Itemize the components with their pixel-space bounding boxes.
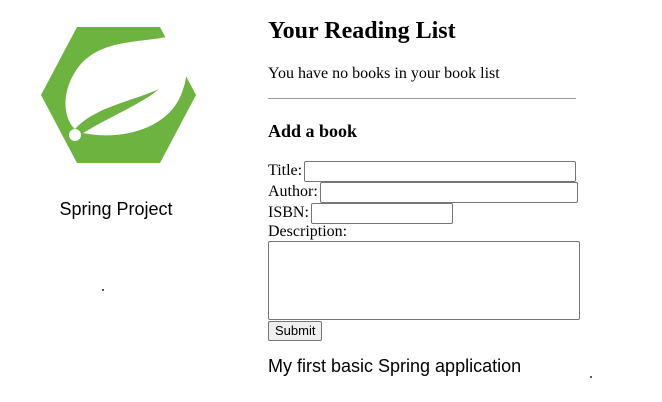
spring-logo-icon: [41, 27, 196, 163]
author-label: Author:: [268, 183, 318, 200]
author-row: Author:: [268, 181, 578, 203]
isbn-label: ISBN:: [268, 204, 309, 221]
divider: [268, 98, 576, 99]
submit-button[interactable]: Submit: [268, 321, 323, 341]
title-label: Title:: [268, 162, 303, 179]
decorative-dot: [590, 376, 592, 378]
add-book-heading: Add a book: [268, 121, 358, 141]
footer-text: My first basic Spring application: [268, 356, 522, 376]
isbn-input[interactable]: [310, 202, 453, 224]
empty-list-message: You have no books in your book list: [268, 65, 500, 82]
decorative-dot: [102, 289, 104, 291]
title-input[interactable]: [304, 160, 577, 182]
isbn-row: ISBN:: [268, 202, 453, 224]
page-title: Your Reading List: [268, 18, 456, 44]
project-name: Spring Project: [59, 199, 173, 219]
title-row: Title:: [268, 160, 577, 182]
description-textarea[interactable]: [268, 241, 580, 320]
description-label: Description:: [268, 223, 348, 240]
sidebar: Spring Project: [0, 0, 232, 402]
main-content: Your Reading List You have no books in y…: [268, 0, 580, 402]
author-input[interactable]: [319, 181, 578, 203]
